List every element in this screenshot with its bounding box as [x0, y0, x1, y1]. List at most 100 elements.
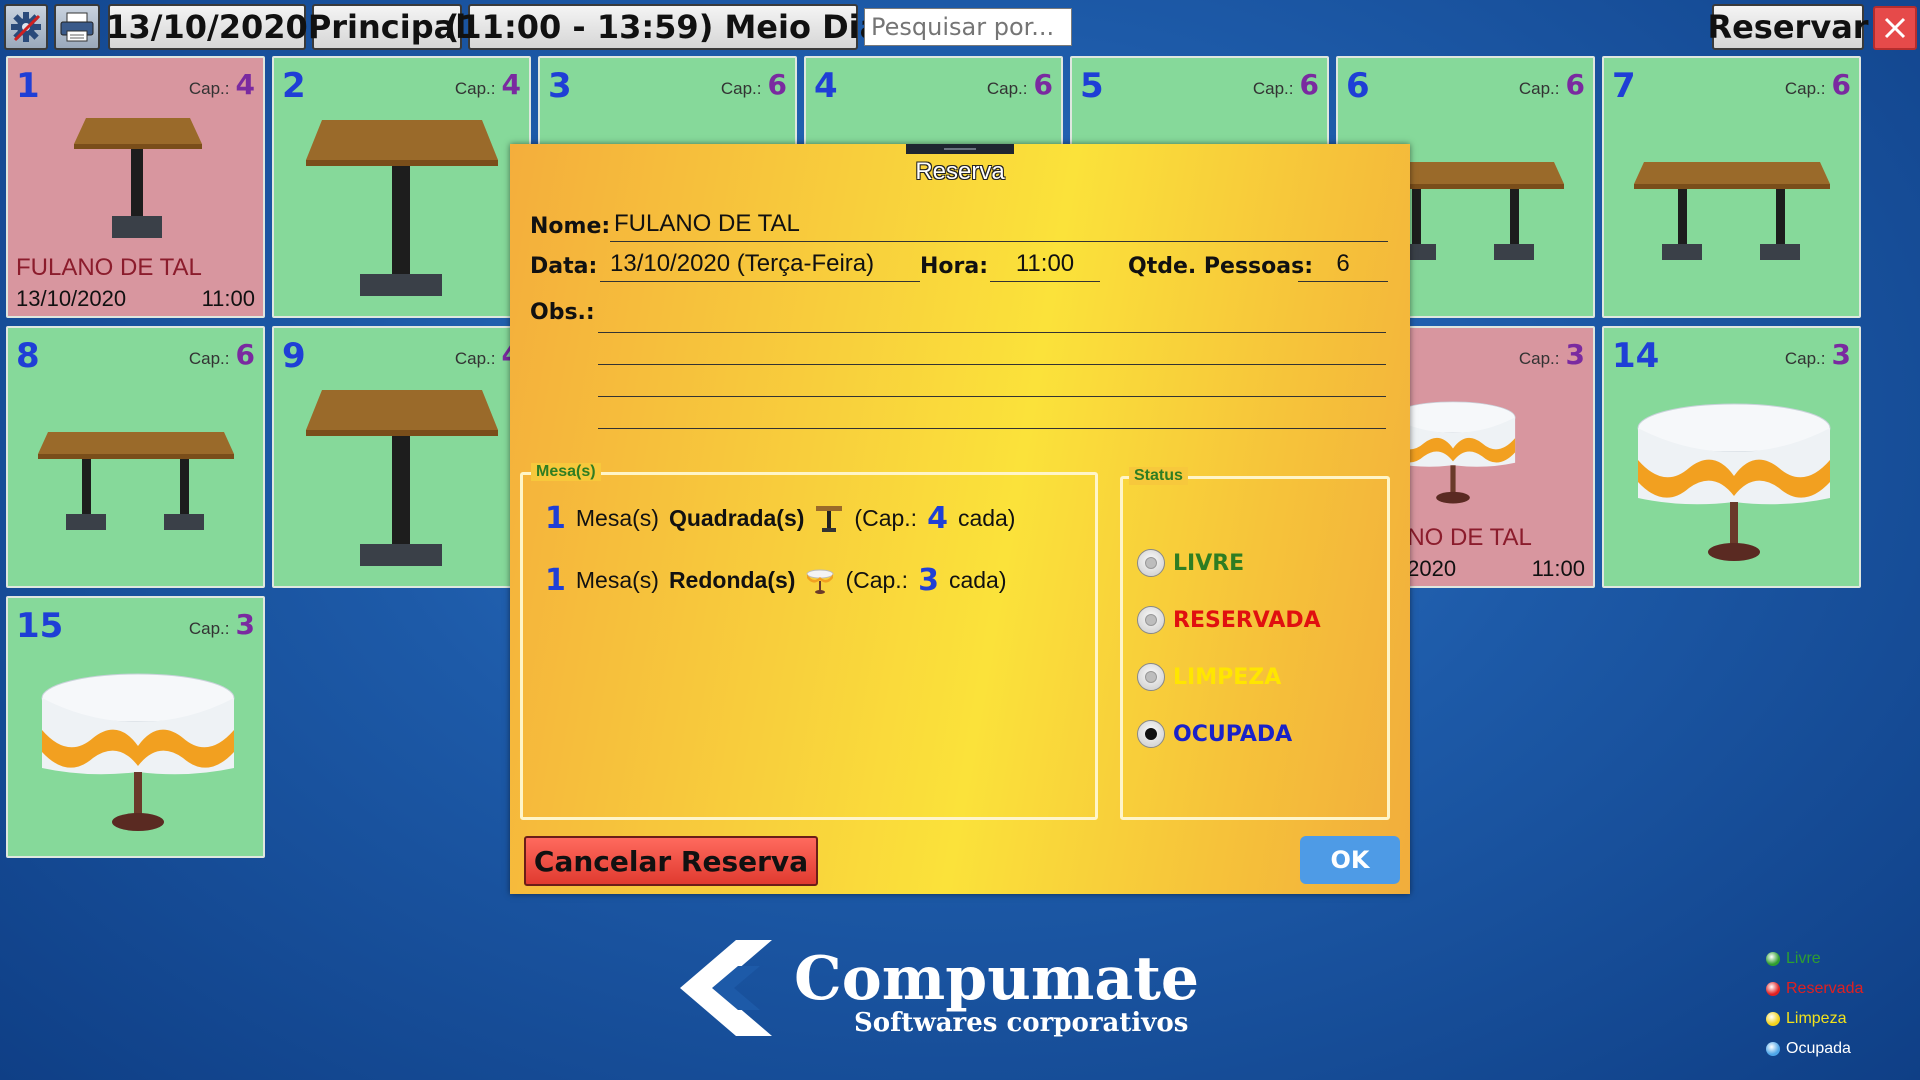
shift-button[interactable]: (11:00 - 13:59) Meio Dia [445, 4, 881, 50]
tables-group: Mesa(s) 1 Mesa(s) Quadrada(s) (Cap.: 4 c… [520, 463, 1098, 820]
name-field[interactable]: FULANO DE TAL [610, 206, 1388, 242]
radio-button[interactable] [1137, 549, 1165, 577]
top-toolbar: 13/10/2020 Principal (11:00 - 13:59) Mei… [0, 0, 1920, 52]
table-capacity: Cap.: 6 [1252, 68, 1319, 101]
radio-button[interactable] [1137, 720, 1165, 748]
legend-item-reservada: Reservada [1766, 974, 1863, 1004]
table-number: 1 [16, 66, 40, 106]
status-option-livre[interactable]: LIVRE [1137, 549, 1244, 577]
dialog-drag-handle[interactable] [906, 144, 1014, 154]
table-card-14[interactable]: 14 Cap.: 3 [1602, 326, 1861, 588]
status-option-label: LIVRE [1173, 550, 1245, 576]
square-count[interactable]: 1 [545, 501, 566, 536]
radio-button[interactable] [1137, 663, 1165, 691]
rect-table-image [38, 432, 234, 530]
gear-icon [11, 12, 41, 42]
mesa-cap-label: (Cap.: [845, 567, 909, 593]
status-option-label: RESERVADA [1173, 607, 1321, 633]
square-table-image [306, 120, 498, 296]
time-label: Hora: [920, 254, 989, 279]
date-label: Data: [530, 254, 598, 279]
legend-label: Livre [1786, 950, 1821, 967]
tables-group-legend: Mesa(s) [531, 463, 601, 481]
round-tables-row: 1 Mesa(s) Redonda(s) (Cap.: 3 cada) [545, 563, 1007, 598]
date-button[interactable]: 13/10/2020 [106, 4, 308, 50]
table-number: 14 [1612, 336, 1660, 376]
table-card-15[interactable]: 15 Cap.: 3 [6, 596, 265, 858]
reserve-button[interactable]: Reservar [1707, 4, 1869, 50]
status-option-label: LIMPEZA [1173, 664, 1282, 690]
legend-label: Ocupada [1786, 1040, 1851, 1057]
mesa-suffix: cada) [957, 505, 1016, 531]
table-number: 2 [282, 66, 306, 106]
table-card-8[interactable]: 8 Cap.: 6 [6, 326, 265, 588]
ok-button[interactable]: OK [1300, 836, 1400, 884]
round-table-image [41, 673, 235, 831]
table-capacity: Cap.: 6 [1784, 68, 1851, 101]
table-number: 8 [16, 336, 40, 376]
status-option-ocupada[interactable]: OCUPADA [1137, 720, 1292, 748]
reservation-date: 13/10/2020 [16, 286, 127, 311]
round-count[interactable]: 1 [545, 563, 566, 598]
table-capacity: Cap.: 6 [720, 68, 787, 101]
legend-label: Reservada [1786, 980, 1864, 997]
legend-item-limpeza: Limpeza [1766, 1004, 1863, 1034]
table-number: 15 [16, 606, 64, 646]
table-card-7[interactable]: 7 Cap.: 6 [1602, 56, 1861, 318]
mesa-prefix: Mesa(s) [575, 505, 659, 531]
radio-button[interactable] [1137, 606, 1165, 634]
legend-item-livre: Livre [1766, 944, 1863, 974]
status-group-legend: Status [1129, 467, 1188, 485]
square-table-icon [816, 505, 843, 532]
legend-dot-icon [1766, 982, 1780, 996]
table-number: 4 [814, 66, 838, 106]
time-field[interactable]: 11:00 [990, 246, 1100, 282]
print-button[interactable] [54, 4, 100, 50]
table-number: 7 [1612, 66, 1636, 106]
table-capacity: Cap.: 6 [986, 68, 1053, 101]
table-number: 3 [548, 66, 572, 106]
table-number: 5 [1080, 66, 1104, 106]
settings-button[interactable] [4, 4, 48, 50]
table-card-9[interactable]: 9Cap.:4 [272, 326, 531, 588]
legend-dot-icon [1766, 1042, 1780, 1056]
mesa-prefix: Mesa(s) [575, 567, 659, 593]
dialog-title: Reserva [915, 158, 1005, 185]
table-capacity: Cap.: 6 [188, 338, 255, 371]
round-table-icon [806, 569, 834, 594]
reservation-time: 11:00 [1531, 556, 1585, 581]
date-field[interactable]: 13/10/2020 (Terça-Feira) [600, 246, 920, 282]
guests-field[interactable]: 6 [1298, 246, 1388, 282]
status-option-reservada[interactable]: RESERVADA [1137, 606, 1321, 634]
round-table-image [1637, 403, 1831, 561]
printer-icon [60, 12, 94, 42]
reservation-dialog: Reserva Nome: FULANO DE TAL Data: 13/10/… [510, 144, 1410, 894]
mesa-cap-label: (Cap.: [854, 505, 918, 531]
table-capacity: Cap.: 3 [1518, 338, 1585, 371]
legend-label: Limpeza [1786, 1010, 1847, 1027]
rect-table-image [1634, 162, 1830, 260]
search-input[interactable] [864, 8, 1072, 46]
close-button[interactable] [1873, 6, 1917, 50]
status-option-label: OCUPADA [1173, 721, 1293, 747]
mesa-kind: Redonda(s) [668, 567, 796, 593]
legend-dot-icon [1766, 1012, 1780, 1026]
name-label: Nome: [530, 214, 611, 239]
reservation-name: FULANO DE TAL [16, 254, 202, 281]
mesa-cap-value: 3 [918, 563, 939, 598]
logo-subtitle: Softwares corporativos [854, 1008, 1189, 1038]
section-button[interactable]: Principal [308, 4, 466, 50]
table-capacity: Cap.: 6 [1518, 68, 1585, 101]
square-table-image [74, 118, 202, 238]
cancel-reservation-button[interactable]: Cancelar Reserva [524, 836, 818, 886]
status-legend: Livre Reservada Limpeza Ocupada [1766, 944, 1863, 1064]
mesa-suffix: cada) [948, 567, 1007, 593]
close-icon [1884, 17, 1906, 39]
logo-name: Compumate [794, 944, 1200, 1014]
table-card-1[interactable]: 1 Cap.: 4 FULANO DE TAL 13/10/2020 11:00 [6, 56, 265, 318]
table-capacity: Cap.: 3 [188, 608, 255, 641]
table-card-2[interactable]: 2 Cap.: 4 [272, 56, 531, 318]
status-option-limpeza[interactable]: LIMPEZA [1137, 663, 1281, 691]
status-group: Status LIVRE RESERVADA LIMPEZA OCUPADA [1120, 467, 1390, 820]
table-capacity: Cap.:4 [188, 68, 255, 101]
